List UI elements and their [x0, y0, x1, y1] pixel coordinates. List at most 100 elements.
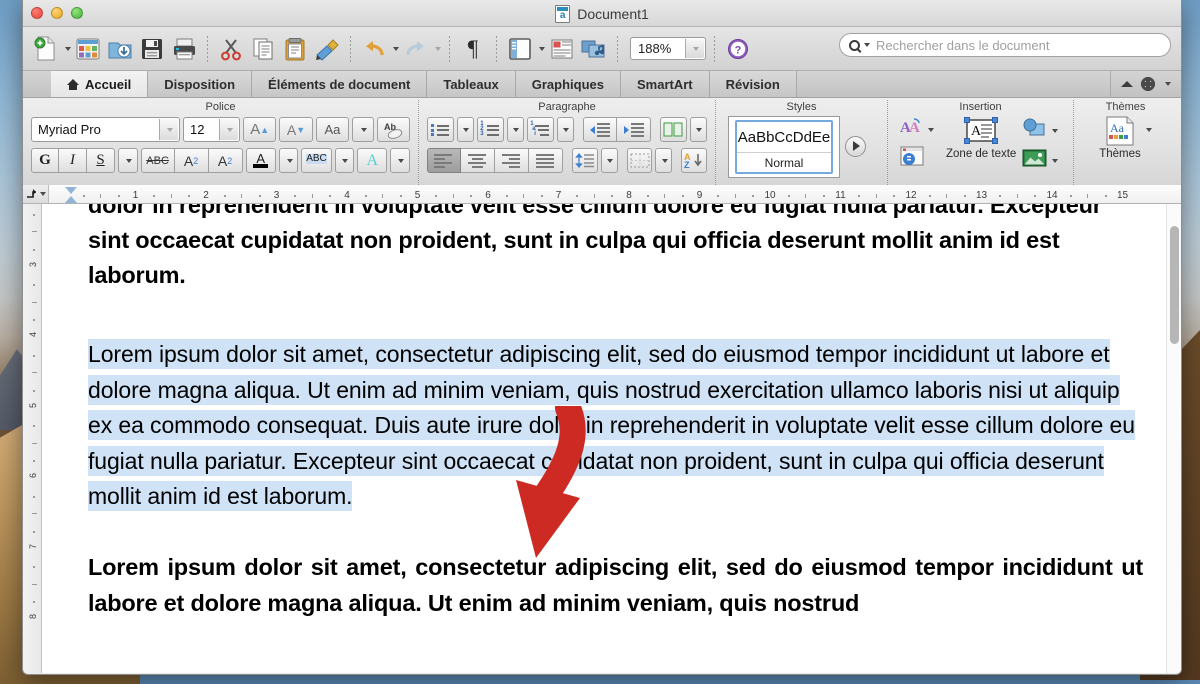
line-spacing-button[interactable]	[572, 148, 598, 173]
paragraph-bottom[interactable]: Lorem ipsum dolor sit amet, consectetur …	[88, 549, 1143, 621]
tab-graphiques[interactable]: Graphiques	[516, 71, 621, 97]
subscript-button[interactable]: A2	[209, 148, 243, 173]
align-left-button[interactable]	[427, 148, 461, 173]
zoom-dropdown-icon[interactable]	[685, 39, 704, 58]
bulleted-list-button[interactable]	[427, 117, 454, 142]
underline-button[interactable]: S	[87, 148, 115, 173]
align-center-button[interactable]	[461, 148, 495, 173]
text-effects-button[interactable]: A	[357, 148, 387, 173]
numbered-list-dropdown-icon[interactable]	[507, 117, 524, 142]
themes-dropdown-icon[interactable]	[1146, 128, 1152, 132]
save-button[interactable]	[137, 33, 167, 65]
wordart-dropdown-icon[interactable]	[928, 128, 934, 132]
zoom-combo[interactable]: 188%	[630, 37, 706, 60]
change-case-button[interactable]: Aa	[316, 117, 349, 142]
paragraph-selected[interactable]: Lorem ipsum dolor sit amet, consectetur …	[88, 337, 1143, 515]
horizontal-ruler[interactable]: 123456789101112131415	[23, 186, 1181, 204]
search-input[interactable]	[876, 38, 1170, 53]
text-highlight-button[interactable]: ABC	[301, 148, 331, 173]
vertical-ruler[interactable]: 345678	[23, 204, 42, 673]
font-color-dropdown-icon[interactable]	[279, 148, 299, 173]
multilevel-list-button[interactable]: 1ai	[527, 117, 554, 142]
sort-az-button[interactable]: AZ	[681, 148, 707, 173]
chevron-up-icon[interactable]	[1121, 81, 1133, 87]
search-icon[interactable]	[840, 40, 876, 51]
help-button[interactable]: ?	[723, 33, 753, 65]
vertical-scrollbar[interactable]	[1166, 204, 1181, 673]
font-name-combo[interactable]: Myriad Pro	[31, 117, 180, 142]
shapes-dropdown-icon[interactable]	[1052, 129, 1058, 133]
sidebar-panel-button[interactable]	[505, 33, 535, 65]
undo-button[interactable]	[359, 33, 389, 65]
close-button[interactable]	[31, 7, 43, 19]
styles-gallery[interactable]: AaBbCcDdEe Normal	[728, 116, 840, 178]
format-painter-button[interactable]	[312, 33, 342, 65]
sidebar-dropdown-icon[interactable]	[539, 47, 545, 51]
tab-tableaux[interactable]: Tableaux	[427, 71, 515, 97]
tab-stop-selector-icon[interactable]	[23, 185, 49, 203]
bulleted-list-dropdown-icon[interactable]	[457, 117, 474, 142]
align-right-button[interactable]	[495, 148, 529, 173]
borders-dropdown-icon[interactable]	[655, 148, 672, 173]
publication-layout-button[interactable]	[547, 33, 577, 65]
print-button[interactable]	[169, 33, 199, 65]
picture-icon[interactable]	[1022, 148, 1048, 173]
show-formatting-marks-button[interactable]: ¶	[458, 33, 488, 65]
indent-markers[interactable]	[65, 186, 77, 204]
grow-font-button[interactable]: A▲	[243, 117, 276, 142]
themes-button[interactable]: Aa Thèmes	[1099, 116, 1141, 160]
borders-button[interactable]	[627, 148, 653, 173]
font-color-button[interactable]: A	[246, 148, 276, 173]
font-name-dropdown-icon[interactable]	[159, 119, 178, 140]
minimize-button[interactable]	[51, 7, 63, 19]
columns-button[interactable]	[660, 117, 687, 142]
tab-revision[interactable]: Révision	[710, 71, 797, 97]
line-spacing-dropdown-icon[interactable]	[601, 148, 618, 173]
paste-button[interactable]	[280, 33, 310, 65]
new-document-button[interactable]	[31, 33, 61, 65]
media-browser-button[interactable]	[579, 33, 609, 65]
redo-button[interactable]	[401, 33, 431, 65]
undo-dropdown-icon[interactable]	[393, 47, 399, 51]
gear-dropdown-icon[interactable]	[1165, 82, 1171, 86]
superscript-button[interactable]: A2	[175, 148, 209, 173]
style-item-normal[interactable]: AaBbCcDdEe Normal	[735, 120, 833, 174]
comment-icon[interactable]	[900, 145, 934, 172]
text-highlight-dropdown-icon[interactable]	[335, 148, 355, 173]
picture-dropdown-icon[interactable]	[1052, 159, 1058, 163]
change-case-dropdown-icon[interactable]	[352, 117, 374, 142]
styles-more-button[interactable]	[845, 136, 866, 157]
text-effects-dropdown-icon[interactable]	[390, 148, 410, 173]
open-button[interactable]	[105, 33, 135, 65]
numbered-list-button[interactable]: 123	[477, 117, 504, 142]
underline-dropdown-icon[interactable]	[118, 148, 138, 173]
tab-elements-de-document[interactable]: Éléments de document	[252, 71, 427, 97]
clear-formatting-button[interactable]: Ab	[377, 117, 410, 142]
cut-button[interactable]	[216, 33, 246, 65]
template-gallery-button[interactable]	[73, 33, 103, 65]
gear-icon[interactable]	[1141, 77, 1155, 91]
font-size-combo[interactable]: 12	[183, 117, 240, 142]
bold-button[interactable]: G	[31, 148, 59, 173]
search-field[interactable]	[839, 33, 1171, 57]
tab-disposition[interactable]: Disposition	[148, 71, 252, 97]
tab-accueil[interactable]: Accueil	[51, 71, 148, 97]
shapes-icon[interactable]	[1022, 118, 1048, 143]
increase-indent-button[interactable]	[617, 117, 651, 142]
new-document-dropdown-icon[interactable]	[65, 47, 71, 51]
scrollbar-thumb[interactable]	[1170, 226, 1179, 344]
font-size-dropdown-icon[interactable]	[219, 119, 238, 140]
shrink-font-button[interactable]: A▼	[279, 117, 312, 142]
maximize-button[interactable]	[71, 7, 83, 19]
text-box-button[interactable]: A Zone de texte	[946, 116, 1016, 160]
multilevel-list-dropdown-icon[interactable]	[557, 117, 574, 142]
redo-dropdown-icon[interactable]	[435, 47, 441, 51]
decrease-indent-button[interactable]	[583, 117, 617, 142]
paragraph-clipped[interactable]: dolor in reprehenderit in voluptate veli…	[88, 204, 1143, 293]
columns-dropdown-icon[interactable]	[690, 117, 707, 142]
wordart-icon[interactable]: AA	[900, 118, 924, 141]
italic-button[interactable]: I	[59, 148, 87, 173]
justify-button[interactable]	[529, 148, 563, 173]
tab-smartart[interactable]: SmartArt	[621, 71, 710, 97]
copy-button[interactable]	[248, 33, 278, 65]
